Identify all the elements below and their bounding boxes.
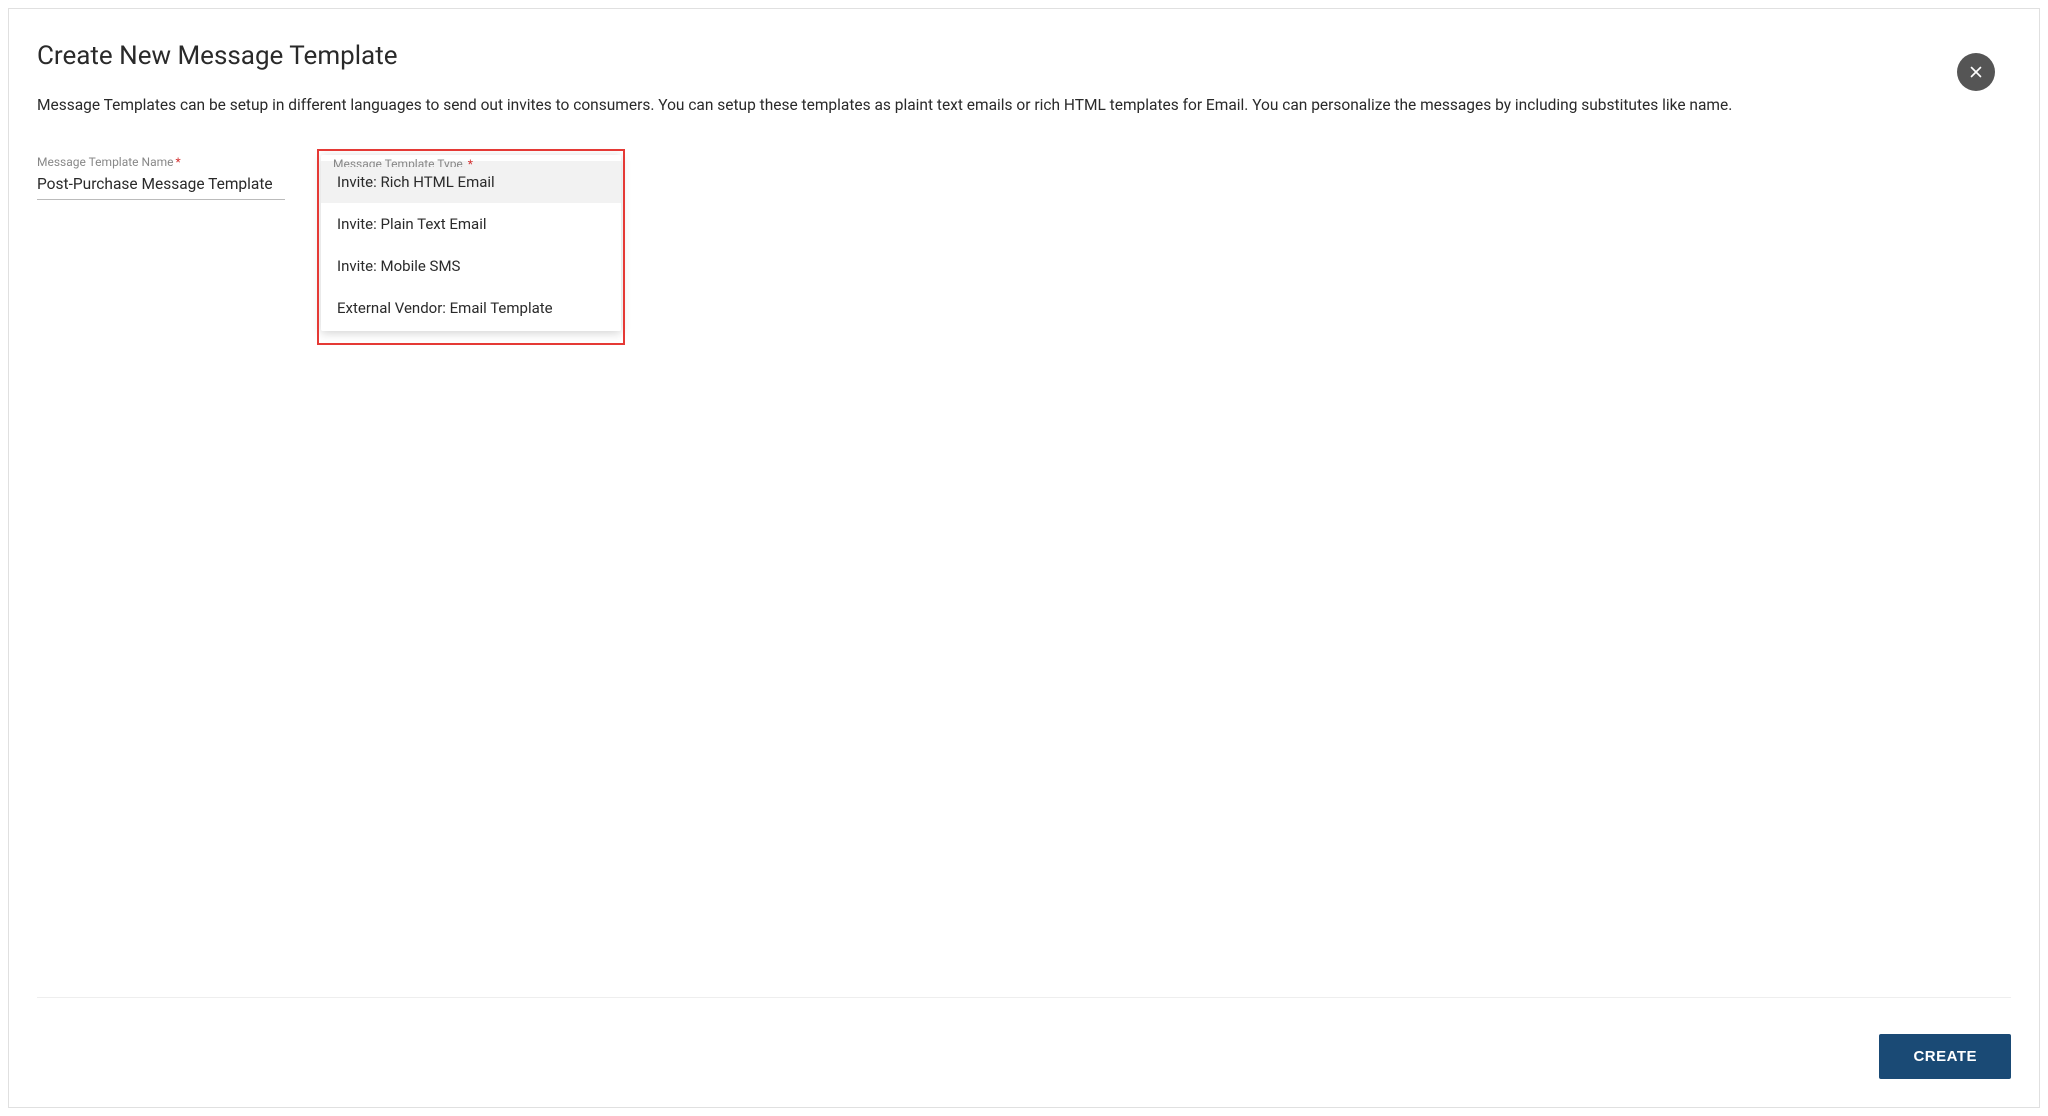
template-type-dropdown[interactable]: Message Template Type * Invite: Rich HTM… (321, 155, 621, 331)
dropdown-option-external-vendor[interactable]: External Vendor: Email Template (321, 287, 621, 329)
template-name-label-text: Message Template Name (37, 155, 174, 169)
form-row: Message Template Name* Message Template … (37, 155, 2011, 200)
dialog-title: Create New Message Template (37, 41, 2011, 71)
template-name-input[interactable] (37, 171, 285, 200)
dropdown-option-mobile-sms[interactable]: Invite: Mobile SMS (321, 245, 621, 287)
close-button[interactable] (1957, 53, 1995, 91)
dropdown-option-rich-html[interactable]: Invite: Rich HTML Email (321, 161, 621, 203)
required-marker: * (176, 155, 181, 169)
create-button[interactable]: CREATE (1879, 1034, 2011, 1079)
close-icon (1967, 63, 1985, 81)
dropdown-option-plain-text[interactable]: Invite: Plain Text Email (321, 203, 621, 245)
dialog-description: Message Templates can be setup in differ… (37, 95, 2011, 117)
template-type-field: Message Template Type * Invite: Rich HTM… (321, 155, 616, 200)
template-name-label: Message Template Name* (37, 155, 285, 169)
create-template-dialog: Create New Message Template Message Temp… (8, 8, 2040, 1108)
dialog-footer: CREATE (37, 997, 2011, 1079)
template-name-field: Message Template Name* (37, 155, 285, 200)
